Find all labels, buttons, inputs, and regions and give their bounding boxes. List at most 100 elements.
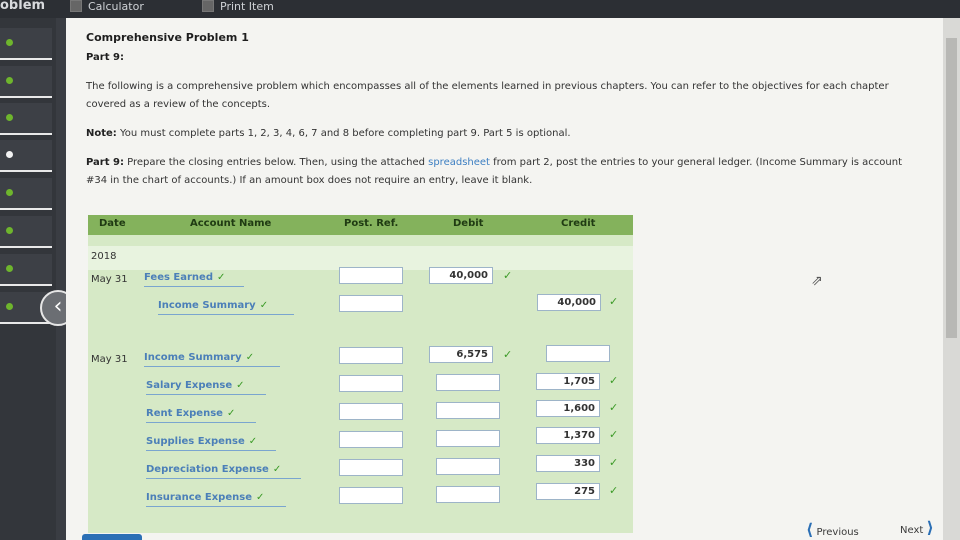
spreadsheet-link[interactable]: spreadsheet (428, 157, 490, 168)
completed-dot-icon (6, 114, 13, 121)
account-name: Salary Expense (146, 380, 233, 391)
account-field-income-summary[interactable]: Income Summary ✓ (144, 352, 280, 367)
completed-dot-icon (6, 265, 13, 272)
completed-dot-icon (6, 77, 13, 84)
entry-1-date: May 31 (91, 274, 128, 285)
debit-input[interactable] (436, 486, 500, 503)
previous-label: Previous (816, 527, 859, 538)
check-icon: ✓ (259, 300, 269, 311)
question-nav-item-1[interactable] (0, 28, 52, 60)
instruction-label: Part 9: (86, 157, 124, 168)
question-nav-item-6[interactable] (0, 216, 52, 248)
account-name: Depreciation Expense (146, 464, 269, 475)
account-field-depreciation-expense[interactable]: Depreciation Expense ✓ (146, 464, 301, 479)
post-ref-input[interactable] (339, 375, 403, 392)
page-title: Comprehensive Problem 1 (86, 31, 249, 44)
question-navigation-rail (0, 18, 56, 540)
completed-dot-icon (6, 227, 13, 234)
debit-input[interactable]: 6,575 (429, 346, 493, 363)
note-label: Note: (86, 128, 117, 139)
credit-column-header: Credit (561, 218, 596, 229)
check-icon: ✓ (609, 295, 619, 308)
instruction-text: Part 9: Prepare the closing entries belo… (86, 154, 916, 190)
account-name: Insurance Expense (146, 492, 252, 503)
instruction-body-1: Prepare the closing entries below. Then,… (123, 157, 429, 168)
credit-input[interactable]: 275 (536, 483, 600, 500)
print-item-button[interactable]: Print Item (202, 0, 274, 13)
next-button[interactable]: Next ⟩ (900, 518, 934, 537)
debit-input[interactable] (436, 458, 500, 475)
part-label: Part 9: (86, 52, 124, 63)
completed-dot-icon (6, 303, 13, 310)
credit-input[interactable]: 1,370 (536, 427, 600, 444)
year-label: 2018 (91, 251, 117, 262)
calculator-button[interactable]: Calculator (70, 0, 144, 13)
account-field-supplies-expense[interactable]: Supplies Expense ✓ (146, 436, 276, 451)
bottom-action-button[interactable] (82, 534, 142, 540)
check-icon: ✓ (255, 492, 265, 503)
vertical-scrollbar[interactable] (943, 18, 960, 540)
post-ref-input[interactable] (339, 267, 403, 284)
account-name: Fees Earned (144, 272, 213, 283)
check-icon: ✓ (609, 456, 619, 469)
debit-input[interactable] (436, 402, 500, 419)
chevron-left-icon: ⟨ (806, 520, 814, 539)
account-name: Supplies Expense (146, 436, 245, 447)
question-nav-item-3[interactable] (0, 103, 52, 135)
check-icon: ✓ (217, 272, 226, 283)
mouse-cursor-icon: ⇗ (811, 273, 823, 289)
credit-input[interactable]: 1,705 (536, 373, 600, 390)
debit-column-header: Debit (453, 218, 484, 229)
date-column-header: Date (99, 218, 126, 229)
post-ref-input[interactable] (339, 295, 403, 312)
print-item-label: Print Item (220, 0, 274, 13)
question-nav-item-7[interactable] (0, 254, 52, 286)
question-nav-item-4[interactable] (0, 140, 52, 172)
debit-input[interactable] (436, 374, 500, 391)
completed-dot-icon (6, 39, 13, 46)
account-field-rent-expense[interactable]: Rent Expense ✓ (146, 408, 256, 423)
problem-panel: Comprehensive Problem 1 Part 9: The foll… (66, 18, 943, 540)
chevron-right-icon: ⟩ (926, 518, 934, 537)
question-nav-item-5[interactable] (0, 178, 52, 210)
check-icon: ✓ (226, 408, 236, 419)
print-icon (202, 0, 214, 12)
post-ref-input[interactable] (339, 459, 403, 476)
post-ref-input[interactable] (339, 403, 403, 420)
check-icon: ✓ (245, 352, 255, 363)
credit-input[interactable] (546, 345, 610, 362)
post-ref-input[interactable] (339, 487, 403, 504)
debit-input[interactable]: 40,000 (429, 267, 493, 284)
account-field-salary-expense[interactable]: Salary Expense ✓ (146, 380, 266, 395)
debit-input[interactable] (436, 430, 500, 447)
calculator-label: Calculator (88, 0, 144, 13)
account-field-income-summary[interactable]: Income Summary ✓ (158, 300, 294, 315)
calculator-icon (70, 0, 82, 12)
note-text: Note: You must complete parts 1, 2, 3, 4… (86, 125, 916, 143)
note-body: You must complete parts 1, 2, 3, 4, 6, 7… (116, 128, 571, 139)
entry-2-date: May 31 (91, 354, 128, 365)
scrollbar-thumb[interactable] (946, 38, 957, 338)
check-icon: ✓ (609, 428, 619, 441)
question-nav-item-2[interactable] (0, 66, 52, 98)
post-ref-input[interactable] (339, 431, 403, 448)
previous-button[interactable]: ⟨ Previous (806, 520, 859, 539)
check-icon: ✓ (609, 374, 619, 387)
check-icon: ✓ (503, 348, 513, 361)
check-icon: ✓ (272, 464, 282, 475)
account-name: Income Summary (144, 352, 242, 363)
account-field-fees-earned[interactable]: Fees Earned ✓ (144, 272, 244, 287)
check-icon: ✓ (503, 269, 513, 282)
problem-tab-label[interactable]: oblem (0, 0, 45, 13)
current-dot-icon (6, 151, 13, 158)
check-icon: ✓ (609, 401, 619, 414)
credit-input[interactable]: 1,600 (536, 400, 600, 417)
credit-input[interactable]: 330 (536, 455, 600, 472)
account-field-insurance-expense[interactable]: Insurance Expense ✓ (146, 492, 286, 507)
check-icon: ✓ (609, 484, 619, 497)
intro-text: The following is a comprehensive problem… (86, 81, 889, 110)
credit-input[interactable]: 40,000 (537, 294, 601, 311)
account-name: Rent Expense (146, 408, 223, 419)
postref-column-header: Post. Ref. (344, 218, 399, 229)
post-ref-input[interactable] (339, 347, 403, 364)
